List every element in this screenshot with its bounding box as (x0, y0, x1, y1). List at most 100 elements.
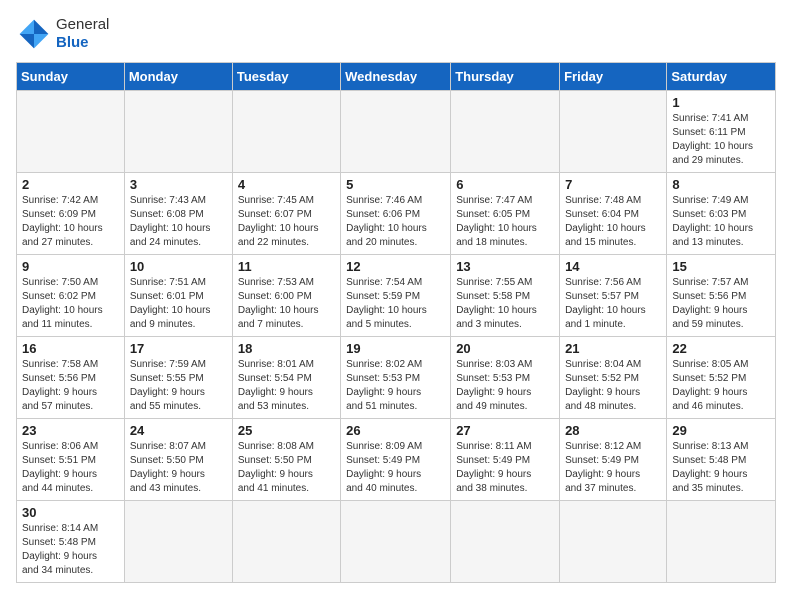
day-info: Sunrise: 8:04 AM Sunset: 5:52 PM Dayligh… (565, 358, 661, 414)
day-info: Sunrise: 8:03 AM Sunset: 5:53 PM Dayligh… (456, 358, 554, 414)
day-info: Sunrise: 7:51 AM Sunset: 6:01 PM Dayligh… (130, 276, 227, 332)
calendar-cell (124, 91, 232, 173)
day-number: 23 (22, 423, 119, 438)
day-number: 24 (130, 423, 227, 438)
weekday-header-monday: Monday (124, 63, 232, 91)
weekday-header-row: SundayMondayTuesdayWednesdayThursdayFrid… (17, 63, 776, 91)
day-number: 10 (130, 259, 227, 274)
day-info: Sunrise: 8:09 AM Sunset: 5:49 PM Dayligh… (346, 440, 445, 496)
day-info: Sunrise: 8:02 AM Sunset: 5:53 PM Dayligh… (346, 358, 445, 414)
day-info: Sunrise: 7:53 AM Sunset: 6:00 PM Dayligh… (238, 276, 335, 332)
calendar-cell (124, 501, 232, 583)
calendar-cell: 10 Sunrise: 7:51 AM Sunset: 6:01 PM Dayli… (124, 255, 232, 337)
calendar-cell (341, 501, 451, 583)
logo-text: General Blue (56, 16, 109, 52)
day-number: 6 (456, 177, 554, 192)
day-number: 8 (672, 177, 770, 192)
day-info: Sunrise: 7:55 AM Sunset: 5:58 PM Dayligh… (456, 276, 554, 332)
day-number: 1 (672, 95, 770, 110)
day-info: Sunrise: 7:46 AM Sunset: 6:06 PM Dayligh… (346, 194, 445, 250)
calendar-cell (451, 91, 560, 173)
calendar-cell (560, 501, 667, 583)
calendar-cell: 23Sunrise: 8:06 AM Sunset: 5:51 PM Dayli… (17, 419, 125, 501)
calendar-cell: 9 Sunrise: 7:50 AM Sunset: 6:02 PM Daylig… (17, 255, 125, 337)
calendar-cell: 2Sunrise: 7:42 AM Sunset: 6:09 PM Daylig… (17, 173, 125, 255)
calendar-cell (341, 91, 451, 173)
weekday-header-wednesday: Wednesday (341, 63, 451, 91)
calendar-cell: 12 Sunrise: 7:54 AM Sunset: 5:59 PM Dayli… (341, 255, 451, 337)
day-number: 26 (346, 423, 445, 438)
calendar-cell: 16 Sunrise: 7:58 AM Sunset: 5:56 PM Dayli… (17, 337, 125, 419)
day-info: Sunrise: 8:07 AM Sunset: 5:50 PM Dayligh… (130, 440, 227, 496)
calendar-cell: 15 Sunrise: 7:57 AM Sunset: 5:56 PM Dayli… (667, 255, 776, 337)
calendar-cell: 21 Sunrise: 8:04 AM Sunset: 5:52 PM Dayli… (560, 337, 667, 419)
day-number: 13 (456, 259, 554, 274)
calendar-cell (232, 501, 340, 583)
day-number: 14 (565, 259, 661, 274)
calendar-week-row: 23Sunrise: 8:06 AM Sunset: 5:51 PM Dayli… (17, 419, 776, 501)
day-info: Sunrise: 8:01 AM Sunset: 5:54 PM Dayligh… (238, 358, 335, 414)
day-number: 22 (672, 341, 770, 356)
calendar-cell: 24 Sunrise: 8:07 AM Sunset: 5:50 PM Dayli… (124, 419, 232, 501)
calendar-cell: 14 Sunrise: 7:56 AM Sunset: 5:57 PM Dayli… (560, 255, 667, 337)
calendar-cell (451, 501, 560, 583)
day-number: 17 (130, 341, 227, 356)
day-number: 9 (22, 259, 119, 274)
logo-icon (16, 16, 52, 52)
weekday-header-tuesday: Tuesday (232, 63, 340, 91)
day-number: 16 (22, 341, 119, 356)
day-info: Sunrise: 8:08 AM Sunset: 5:50 PM Dayligh… (238, 440, 335, 496)
calendar-cell (560, 91, 667, 173)
day-info: Sunrise: 7:57 AM Sunset: 5:56 PM Dayligh… (672, 276, 770, 332)
day-info: Sunrise: 8:11 AM Sunset: 5:49 PM Dayligh… (456, 440, 554, 496)
calendar-cell: 26 Sunrise: 8:09 AM Sunset: 5:49 PM Dayli… (341, 419, 451, 501)
day-info: Sunrise: 8:05 AM Sunset: 5:52 PM Dayligh… (672, 358, 770, 414)
calendar-cell: 6 Sunrise: 7:47 AM Sunset: 6:05 PM Daylig… (451, 173, 560, 255)
day-info: Sunrise: 8:14 AM Sunset: 5:48 PM Dayligh… (22, 522, 119, 578)
calendar-cell: 3Sunrise: 7:43 AM Sunset: 6:08 PM Daylig… (124, 173, 232, 255)
calendar-cell: 8Sunrise: 7:49 AM Sunset: 6:03 PM Daylig… (667, 173, 776, 255)
day-info: Sunrise: 7:50 AM Sunset: 6:02 PM Dayligh… (22, 276, 119, 332)
day-number: 18 (238, 341, 335, 356)
day-number: 21 (565, 341, 661, 356)
calendar-cell (17, 91, 125, 173)
day-info: Sunrise: 8:13 AM Sunset: 5:48 PM Dayligh… (672, 440, 770, 496)
page-header: General Blue (16, 16, 776, 52)
calendar-header: SundayMondayTuesdayWednesdayThursdayFrid… (17, 63, 776, 91)
day-number: 5 (346, 177, 445, 192)
day-info: Sunrise: 7:54 AM Sunset: 5:59 PM Dayligh… (346, 276, 445, 332)
day-info: Sunrise: 7:45 AM Sunset: 6:07 PM Dayligh… (238, 194, 335, 250)
calendar-cell: 27Sunrise: 8:11 AM Sunset: 5:49 PM Dayli… (451, 419, 560, 501)
calendar-week-row: 16 Sunrise: 7:58 AM Sunset: 5:56 PM Dayli… (17, 337, 776, 419)
calendar-body: 1Sunrise: 7:41 AM Sunset: 6:11 PM Daylig… (17, 91, 776, 583)
day-number: 12 (346, 259, 445, 274)
day-number: 28 (565, 423, 661, 438)
calendar-cell: 4 Sunrise: 7:45 AM Sunset: 6:07 PM Daylig… (232, 173, 340, 255)
day-number: 15 (672, 259, 770, 274)
day-info: Sunrise: 7:48 AM Sunset: 6:04 PM Dayligh… (565, 194, 661, 250)
calendar-cell: 30Sunrise: 8:14 AM Sunset: 5:48 PM Dayli… (17, 501, 125, 583)
day-info: Sunrise: 7:42 AM Sunset: 6:09 PM Dayligh… (22, 194, 119, 250)
day-info: Sunrise: 7:58 AM Sunset: 5:56 PM Dayligh… (22, 358, 119, 414)
calendar-cell: 28Sunrise: 8:12 AM Sunset: 5:49 PM Dayli… (560, 419, 667, 501)
calendar-cell: 13 Sunrise: 7:55 AM Sunset: 5:58 PM Dayli… (451, 255, 560, 337)
calendar-cell: 5 Sunrise: 7:46 AM Sunset: 6:06 PM Daylig… (341, 173, 451, 255)
day-number: 11 (238, 259, 335, 274)
logo-blue: Blue (56, 34, 89, 51)
calendar-week-row: 2Sunrise: 7:42 AM Sunset: 6:09 PM Daylig… (17, 173, 776, 255)
logo-general: General (56, 16, 109, 33)
calendar-cell: 25 Sunrise: 8:08 AM Sunset: 5:50 PM Dayli… (232, 419, 340, 501)
calendar-cell: 19 Sunrise: 8:02 AM Sunset: 5:53 PM Dayli… (341, 337, 451, 419)
day-info: Sunrise: 7:47 AM Sunset: 6:05 PM Dayligh… (456, 194, 554, 250)
calendar-week-row: 30Sunrise: 8:14 AM Sunset: 5:48 PM Dayli… (17, 501, 776, 583)
day-info: Sunrise: 7:56 AM Sunset: 5:57 PM Dayligh… (565, 276, 661, 332)
calendar-cell: 29Sunrise: 8:13 AM Sunset: 5:48 PM Dayli… (667, 419, 776, 501)
day-number: 20 (456, 341, 554, 356)
day-number: 4 (238, 177, 335, 192)
day-number: 25 (238, 423, 335, 438)
day-number: 19 (346, 341, 445, 356)
calendar-cell: 22 Sunrise: 8:05 AM Sunset: 5:52 PM Dayli… (667, 337, 776, 419)
calendar-cell: 18 Sunrise: 8:01 AM Sunset: 5:54 PM Dayli… (232, 337, 340, 419)
logo: General Blue (16, 16, 109, 52)
calendar-cell: 11 Sunrise: 7:53 AM Sunset: 6:00 PM Dayli… (232, 255, 340, 337)
